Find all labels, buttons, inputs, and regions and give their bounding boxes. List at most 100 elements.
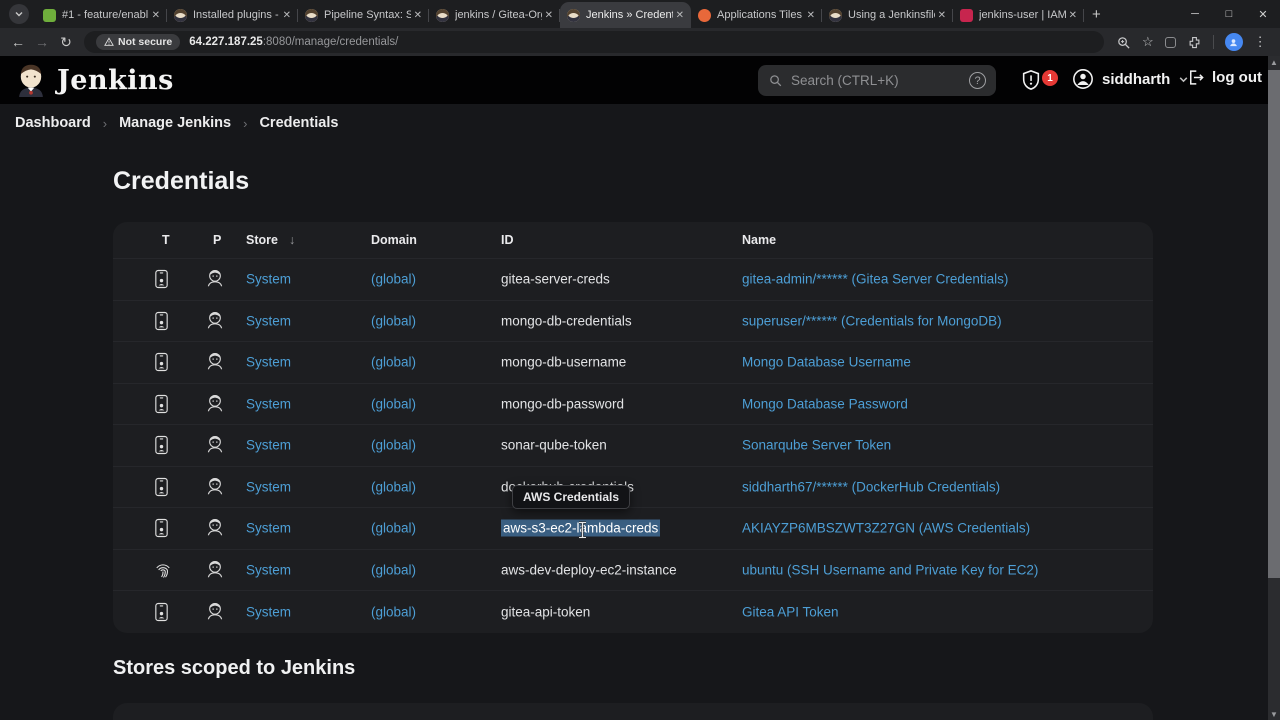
browser-tab[interactable]: jenkins-user | IAM | Globa ✕ <box>953 2 1084 28</box>
browser-menu-icon[interactable]: ⋮ <box>1254 34 1267 50</box>
table-row: System (global) mongo-db-username Mongo … <box>113 342 1153 384</box>
scrollbar-thumb[interactable] <box>1268 70 1280 578</box>
credential-id[interactable]: aws-dev-deploy-ec2-instance <box>501 562 677 577</box>
credential-id[interactable]: gitea-server-creds <box>501 272 610 287</box>
profile-avatar[interactable] <box>1225 33 1243 51</box>
credential-name-link[interactable]: superuser/****** (Credentials for MongoD… <box>742 313 1002 328</box>
extension-icon[interactable] <box>1165 37 1176 48</box>
breadcrumb-credentials[interactable]: Credentials <box>259 115 338 131</box>
forward-button[interactable]: → <box>30 34 54 50</box>
credential-name-link[interactable]: Mongo Database Username <box>742 355 911 370</box>
store-link[interactable]: System <box>246 562 291 577</box>
domain-link[interactable]: (global) <box>371 562 416 577</box>
jenkins-header: Jenkins Search (CTRL+K) ? 1 siddharth lo… <box>0 56 1268 104</box>
logout-label: log out <box>1212 69 1262 86</box>
credential-name-link[interactable]: gitea-admin/****** (Gitea Server Credent… <box>742 272 1008 287</box>
credential-name-link[interactable]: Sonarqube Server Token <box>742 438 891 453</box>
usercard-credential-icon <box>153 393 170 414</box>
back-button[interactable]: ← <box>6 34 30 50</box>
table-row: System (global) mongo-db-credentials sup… <box>113 301 1153 343</box>
zoom-icon[interactable] <box>1116 35 1131 50</box>
credential-id[interactable]: mongo-db-username <box>501 355 626 370</box>
domain-link[interactable]: (global) <box>371 521 416 536</box>
table-row: System (global) dockerhub-credentials si… <box>113 467 1153 509</box>
reload-button[interactable]: ↻ <box>54 34 78 51</box>
extensions-puzzle-icon[interactable] <box>1187 35 1202 50</box>
credential-id[interactable]: gitea-api-token <box>501 604 590 619</box>
tab-close-icon[interactable]: ✕ <box>807 10 815 21</box>
credential-name-link[interactable]: ubuntu (SSH Username and Private Key for… <box>742 562 1038 577</box>
tab-close-icon[interactable]: ✕ <box>676 10 684 21</box>
domain-link[interactable]: (global) <box>371 355 416 370</box>
maximize-button[interactable]: □ <box>1212 8 1246 20</box>
tab-title: Pipeline Syntax: Snippet G <box>324 9 411 21</box>
browser-tab[interactable]: jenkins / Gitea-Organizat ✕ <box>429 2 560 28</box>
credential-id[interactable]: mongo-db-password <box>501 396 624 411</box>
scroll-down-icon[interactable]: ▼ <box>1268 708 1280 720</box>
jenkins-brand[interactable]: Jenkins <box>14 61 174 99</box>
tooltip: AWS Credentials <box>512 485 630 509</box>
domain-link[interactable]: (global) <box>371 479 416 494</box>
store-link[interactable]: System <box>246 396 291 411</box>
store-link[interactable]: System <box>246 272 291 287</box>
usercard-credential-icon <box>153 269 170 290</box>
credential-type-icon-cell <box>153 518 170 539</box>
browser-tab[interactable]: Applications Tiles - Argo ✕ <box>691 2 822 28</box>
scroll-up-icon[interactable]: ▲ <box>1268 56 1280 68</box>
jenkins-favicon-icon <box>436 9 449 22</box>
credential-id[interactable]: sonar-qube-token <box>501 438 607 453</box>
security-chip[interactable]: Not secure <box>96 34 180 50</box>
tab-close-icon[interactable]: ✕ <box>283 10 291 21</box>
tab-close-icon[interactable]: ✕ <box>1069 10 1077 21</box>
browser-tab[interactable]: Using a Jenkinsfile ✕ <box>822 2 953 28</box>
store-link[interactable]: System <box>246 604 291 619</box>
browser-tab[interactable]: Pipeline Syntax: Snippet G ✕ <box>298 2 429 28</box>
search-input[interactable]: Search (CTRL+K) ? <box>758 65 996 96</box>
user-menu[interactable]: siddharth <box>1072 68 1189 90</box>
logout-button[interactable]: log out <box>1186 68 1262 87</box>
browser-tab[interactable]: #1 - feature/enabling-cic ✕ <box>36 2 167 28</box>
tab-close-icon[interactable]: ✕ <box>414 10 422 21</box>
close-button[interactable]: ✕ <box>1246 8 1280 21</box>
store-link[interactable]: System <box>246 355 291 370</box>
domain-link[interactable]: (global) <box>371 272 416 287</box>
address-bar[interactable]: Not secure 64.227.187.25:8080/manage/cre… <box>84 31 1104 53</box>
browser-tab[interactable]: Installed plugins - Plugins ✕ <box>167 2 298 28</box>
credential-name-link[interactable]: AKIAYZP6MBSZWT3Z27GN (AWS Credentials) <box>742 521 1030 536</box>
tab-search-button[interactable] <box>9 4 29 24</box>
column-header-id[interactable]: ID <box>501 233 514 247</box>
domain-link[interactable]: (global) <box>371 396 416 411</box>
store-link[interactable]: System <box>246 438 291 453</box>
tab-close-icon[interactable]: ✕ <box>152 10 160 21</box>
table-body: System (global) gitea-server-creds gitea… <box>113 259 1153 633</box>
notifications-button[interactable]: 1 <box>1020 68 1060 92</box>
browser-tab[interactable]: Jenkins » Credentials [Jen ✕ <box>560 2 691 28</box>
credential-name-link[interactable]: Gitea API Token <box>742 604 839 619</box>
bookmark-star-icon[interactable]: ☆ <box>1142 34 1154 50</box>
column-header-type[interactable]: T <box>162 233 170 247</box>
domain-link[interactable]: (global) <box>371 438 416 453</box>
domain-link[interactable]: (global) <box>371 604 416 619</box>
minimize-button[interactable]: ─ <box>1178 8 1212 20</box>
domain-link[interactable]: (global) <box>371 313 416 328</box>
page-scrollbar[interactable]: ▲ ▼ <box>1268 56 1280 720</box>
column-header-name[interactable]: Name <box>742 233 776 247</box>
column-header-domain[interactable]: Domain <box>371 233 417 247</box>
store-link[interactable]: System <box>246 313 291 328</box>
new-tab-button[interactable]: + <box>1092 6 1101 23</box>
help-icon[interactable]: ? <box>969 72 986 89</box>
credential-id[interactable]: mongo-db-credentials <box>501 313 632 328</box>
column-header-provider[interactable]: P <box>213 233 221 247</box>
credential-name-link[interactable]: siddharth67/****** (DockerHub Credential… <box>742 479 1000 494</box>
person-icon <box>1228 37 1239 48</box>
store-link[interactable]: System <box>246 521 291 536</box>
breadcrumb-dashboard[interactable]: Dashboard <box>15 115 91 131</box>
tab-close-icon[interactable]: ✕ <box>545 10 553 21</box>
store-link[interactable]: System <box>246 479 291 494</box>
provider-jenkins-icon <box>205 350 225 374</box>
url-path: :8080/manage/credentials/ <box>263 36 399 48</box>
credential-name-link[interactable]: Mongo Database Password <box>742 396 908 411</box>
breadcrumb-manage-jenkins[interactable]: Manage Jenkins <box>119 115 231 131</box>
tab-close-icon[interactable]: ✕ <box>938 10 946 21</box>
column-header-store[interactable]: Store <box>246 233 278 247</box>
